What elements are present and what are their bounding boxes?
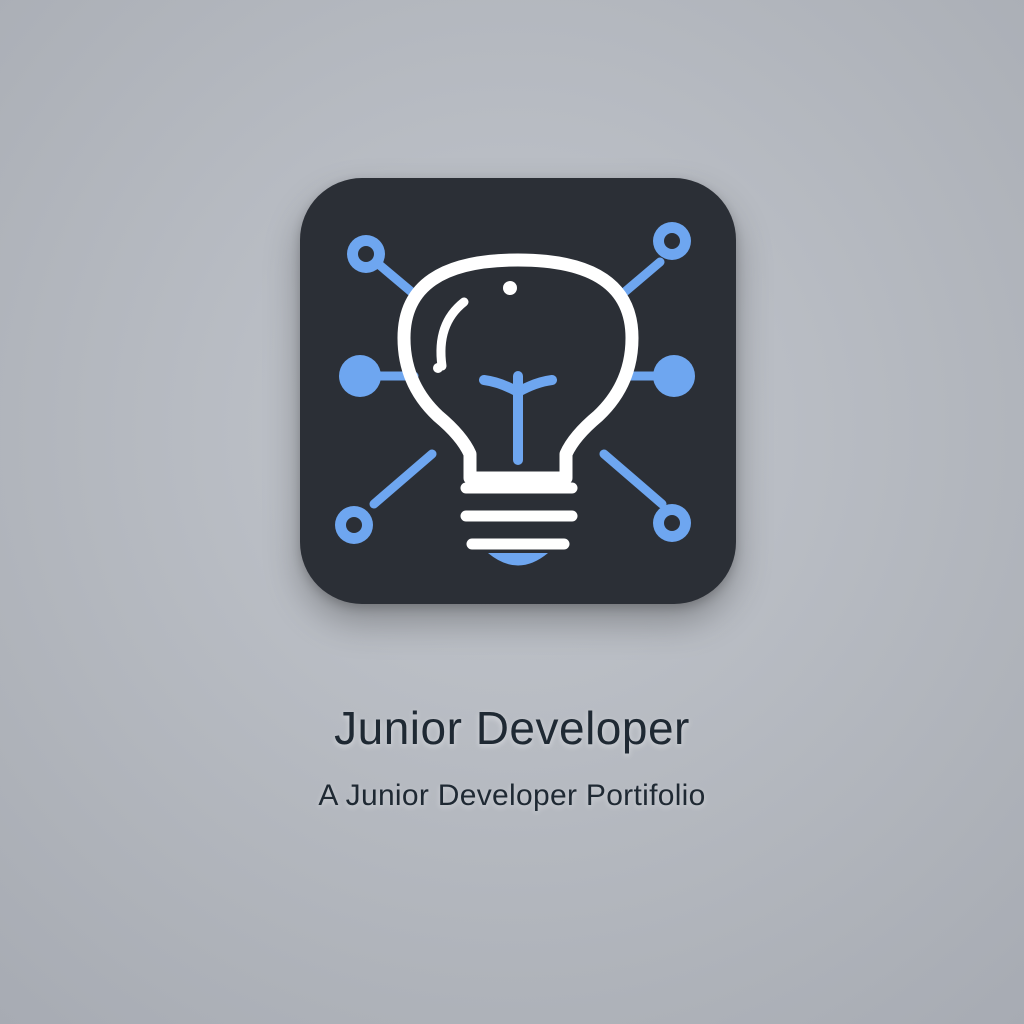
- bulb-filament: [479, 371, 557, 465]
- bulb-base: [488, 553, 548, 566]
- node-mid-left: [339, 355, 381, 397]
- logo-tile: [300, 178, 736, 604]
- app-title: Junior Developer: [334, 702, 690, 754]
- node-mid-right: [653, 355, 695, 397]
- bulb-highlight-dot: [503, 281, 517, 295]
- bulb-highlight: [436, 297, 469, 371]
- bulb-screw: [460, 482, 578, 550]
- lightbulb-network-icon: [335, 222, 695, 566]
- app-subtitle: A Junior Developer Portifolio: [318, 779, 706, 812]
